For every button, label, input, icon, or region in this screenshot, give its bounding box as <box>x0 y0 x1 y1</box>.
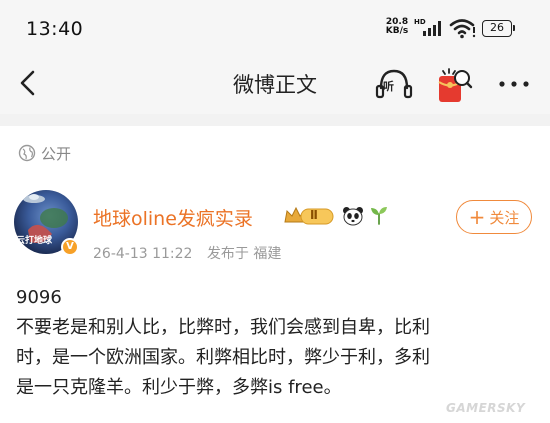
crown-icon <box>284 206 334 225</box>
post-timestamp: 26-4-13 11:22 <box>93 246 193 262</box>
listen-icon <box>375 69 413 99</box>
privacy-indicator: 公开 <box>18 142 71 164</box>
signal-icon <box>423 21 441 36</box>
post-meta: 26-4-13 11:22 发布于 福建 <box>93 243 291 263</box>
post-body: 9096 不要老是和别人比，比弊时，我们会感到自卑，比利 时，是一个欧洲国家。利… <box>16 283 536 403</box>
network-speed: 20.8 KB/s <box>382 18 412 36</box>
globe-icon <box>18 144 36 162</box>
post-location: 发布于 福建 <box>206 246 282 262</box>
panda-icon <box>343 207 363 226</box>
section-divider <box>0 114 550 126</box>
navigation-bar: 微博正文 听 <box>0 52 550 114</box>
privacy-label: 公开 <box>41 144 72 163</box>
follow-label: 关注 <box>489 208 520 227</box>
listen-label: 听 <box>383 80 394 93</box>
follow-button[interactable]: + 关注 <box>456 200 532 234</box>
more-icon[interactable] <box>496 72 532 96</box>
post-line: 是一只克隆羊。利少于弊，多弊is free。 <box>16 377 342 398</box>
avatar-text: 云打地球 <box>16 236 53 246</box>
level-label: Ⅱ <box>310 208 318 222</box>
sprout-icon <box>371 207 387 225</box>
post-line: 9096 <box>16 287 62 308</box>
level-badge[interactable]: Ⅱ <box>283 205 335 227</box>
red-packet-icon[interactable] <box>433 66 473 104</box>
network-speed-unit: KB/s <box>385 26 409 36</box>
post-line: 时，是一个欧洲国家。利弊相比时，弊少于利，多利 <box>16 347 430 368</box>
status-bar: 13:40 20.8 KB/s HD 26 <box>0 0 550 52</box>
wifi-icon <box>449 19 476 39</box>
author-name[interactable]: 地球oline发疯实录 <box>93 204 253 231</box>
battery-indicator: 26 <box>482 20 515 37</box>
plus-icon: + <box>468 205 486 229</box>
post-line: 不要老是和别人比，比弊时，我们会感到自卑，比利 <box>16 317 430 338</box>
watermark: GAMERSKY <box>446 401 526 415</box>
status-time: 13:40 <box>26 18 84 40</box>
verified-badge: V <box>61 238 79 256</box>
